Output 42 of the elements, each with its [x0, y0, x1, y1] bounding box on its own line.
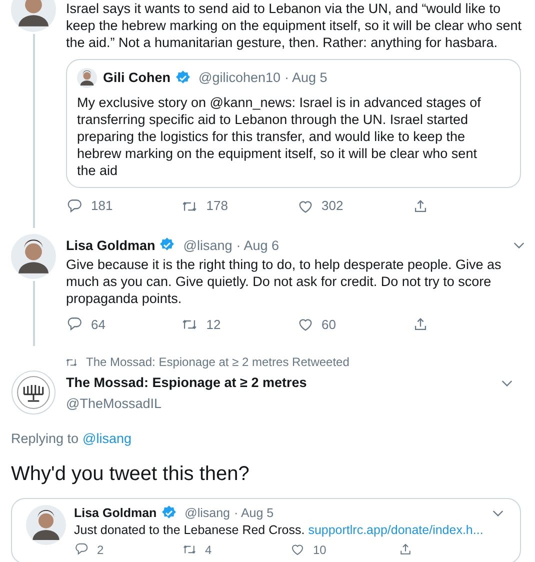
tweet-date[interactable]: · Aug 6 [236, 236, 280, 255]
heart-icon [290, 542, 305, 557]
reply-icon [66, 198, 83, 214]
author-handle[interactable]: @gilicohen10 [198, 68, 281, 88]
like-button[interactable]: 60 [296, 314, 412, 334]
like-button[interactable]: 10 [290, 540, 398, 558]
reply-button[interactable]: 64 [66, 314, 182, 334]
quoted-tweet-text: My exclusive story on @kann_news: Israel is in advanced stages of transferring specific aid to Lebanon through the UN. Israel started preparing the logistics for this transfer, and would like to keep the hebrew marking on the equipment itself, so it will be clear who sent the aid [77, 94, 482, 180]
avatar [77, 68, 97, 88]
replying-label: Replying to [11, 430, 79, 448]
tweet-text: Israel says it wants to send aid to Lebanon via the UN, and “would like to keep the hebrew marking on the equipment itself, so it will be clear who sent the aid.” Not a humanitarian gesture, then. Rather: anything for hasbara. [66, 0, 522, 51]
quoted-tweet-card[interactable] [66, 59, 521, 188]
author-handle[interactable]: @lisang [183, 236, 232, 255]
author-name: Gili Cohen [103, 69, 170, 87]
retweet-button[interactable]: 4 [182, 540, 290, 558]
link[interactable]: supportlrc.app/donate/index.h... [308, 522, 484, 536]
retweet-button[interactable]: 178 [181, 196, 296, 216]
avatar [11, 234, 56, 279]
author-handle[interactable]: @TheMossadIL [66, 394, 515, 414]
avatar [11, 0, 56, 32]
retweet-button[interactable]: 12 [181, 314, 296, 334]
share-icon [398, 542, 413, 557]
tweet-date[interactable]: · Aug 5 [234, 504, 274, 522]
avatar [26, 504, 66, 544]
tweet-text: Give because it is the right thing to do, to help desperate people. Give as much as you can. Give quietly. Do not ask for credit. Do not try to score propaganda points. [66, 256, 502, 307]
quoted-tweet-text: Just donated to the Lebanese Red Cross. supportlrc.app/donate/index.h... [74, 522, 484, 538]
quoted-tweet-card[interactable]: Lisa Goldman @lisang · Aug 5 Just donated to the Lebanese Red Cross. supportlrc.app/donate/index.h... 2 4 10 [11, 498, 521, 562]
mention-link[interactable]: @lisang [82, 429, 132, 450]
avatar [11, 370, 56, 416]
author-name: The Mossad: Espionage at ≥ 2 metres [66, 374, 307, 392]
reply-button[interactable]: 181 [66, 196, 182, 216]
reply-button[interactable]: 2 [74, 540, 182, 558]
reply-icon [74, 542, 89, 557]
reply-icon [66, 316, 83, 333]
retweeted-label: The Mossad: Espionage at ≥ 2 metres Retweeted [86, 354, 350, 372]
heart-icon [296, 316, 314, 333]
author-name: Lisa Goldman [74, 504, 157, 522]
tweet-date[interactable]: · Aug 5 [284, 68, 328, 88]
like-button[interactable]: 302 [296, 196, 412, 216]
tweet-text: Why'd you tweet this then? [11, 462, 250, 486]
author-handle[interactable]: @lisang [184, 504, 230, 522]
author-name: Lisa Goldman [66, 236, 156, 255]
